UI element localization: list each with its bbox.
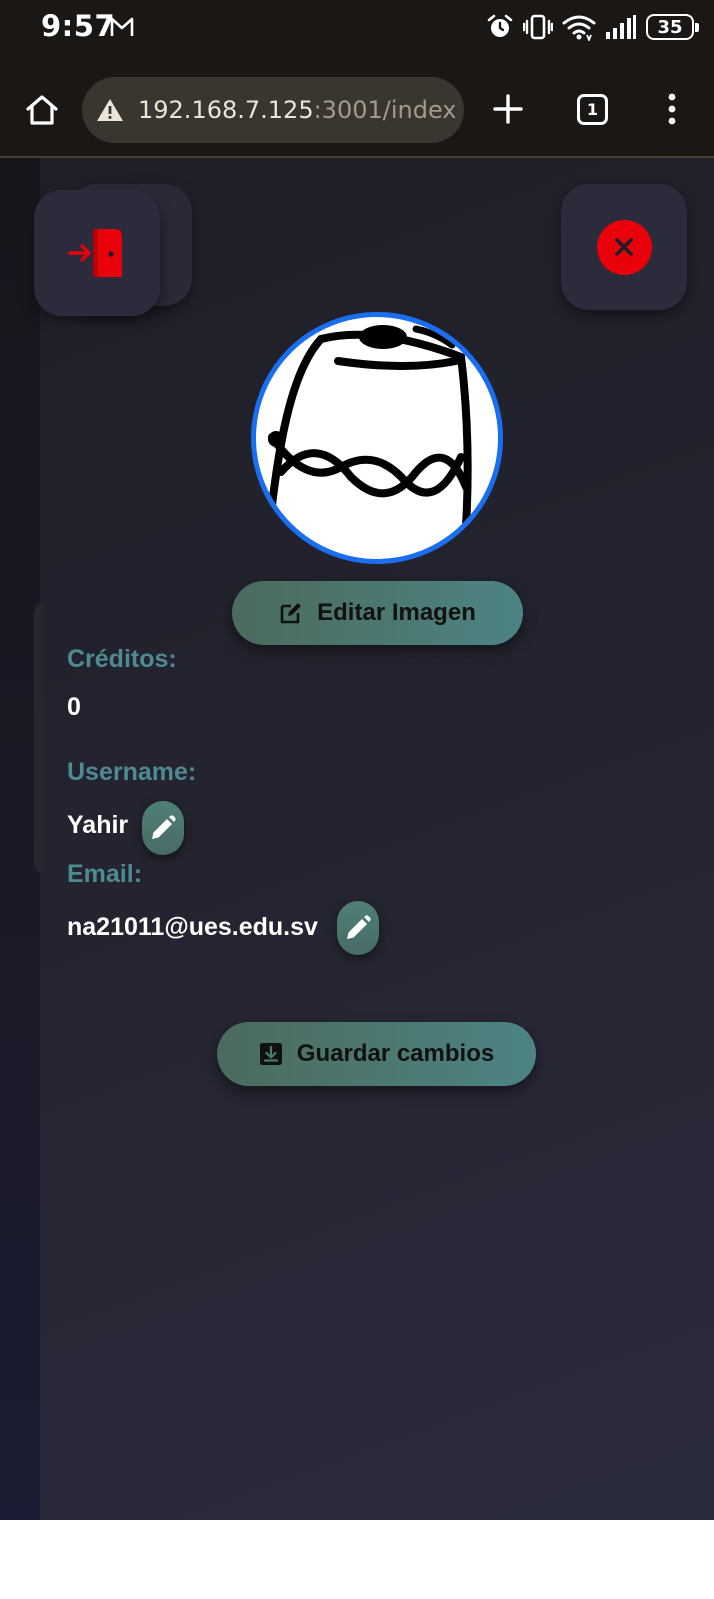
edit-image-button[interactable]: Editar Imagen (232, 581, 523, 645)
status-bar: 9:57 35 (0, 0, 714, 66)
browser-toolbar: 192.168.7.125:3001/index 1 (0, 66, 714, 158)
save-changes-label: Guardar cambios (296, 1040, 495, 1067)
url-text[interactable]: 192.168.7.125:3001/index (138, 96, 457, 124)
avatar-drawing (262, 325, 472, 559)
vibrate-icon (523, 14, 553, 40)
not-secure-warning-icon[interactable] (96, 97, 124, 123)
gmail-icon (110, 17, 134, 36)
alarm-icon (487, 14, 513, 37)
tab-count: 1 (586, 100, 599, 119)
edit-email-button[interactable] (337, 901, 379, 955)
status-icons: 35 (486, 12, 699, 42)
home-icon[interactable] (24, 93, 60, 127)
battery-icon: 35 (646, 14, 699, 40)
signal-icon (606, 15, 636, 39)
edit-square-icon (280, 603, 302, 624)
save-download-icon (259, 1043, 282, 1065)
email-value: na21011@ues.edu.sv (67, 913, 318, 941)
overflow-menu-icon[interactable] (666, 93, 678, 125)
profile-avatar[interactable] (251, 312, 503, 564)
url-path: :3001/index (313, 96, 457, 124)
logout-button[interactable] (34, 190, 160, 316)
save-changes-button[interactable]: Guardar cambios (217, 1022, 536, 1086)
pencil-icon (152, 815, 176, 839)
status-time: 9:57 (41, 9, 116, 43)
wifi-icon (562, 15, 596, 41)
address-bar[interactable]: 192.168.7.125:3001/index (82, 77, 464, 143)
close-button[interactable] (561, 184, 687, 310)
side-panel-shadow (34, 603, 44, 873)
credits-value: 0 (67, 693, 81, 721)
tab-switcher-icon[interactable]: 1 (577, 94, 608, 125)
url-host: 192.168.7.125 (138, 96, 314, 124)
pencil-icon (347, 915, 371, 939)
credits-label: Créditos: (67, 645, 177, 673)
new-tab-plus-icon[interactable] (492, 93, 524, 125)
battery-level: 35 (657, 16, 683, 38)
edit-image-label: Editar Imagen (317, 599, 476, 626)
close-icon (596, 219, 652, 275)
profile-page: Editar Imagen Créditos: 0 Username: Yahi… (0, 158, 714, 1520)
logout-door-icon (68, 229, 122, 277)
username-value: Yahir (67, 811, 129, 839)
email-label: Email: (67, 860, 143, 888)
edit-username-button[interactable] (142, 801, 184, 855)
username-label: Username: (67, 758, 197, 786)
